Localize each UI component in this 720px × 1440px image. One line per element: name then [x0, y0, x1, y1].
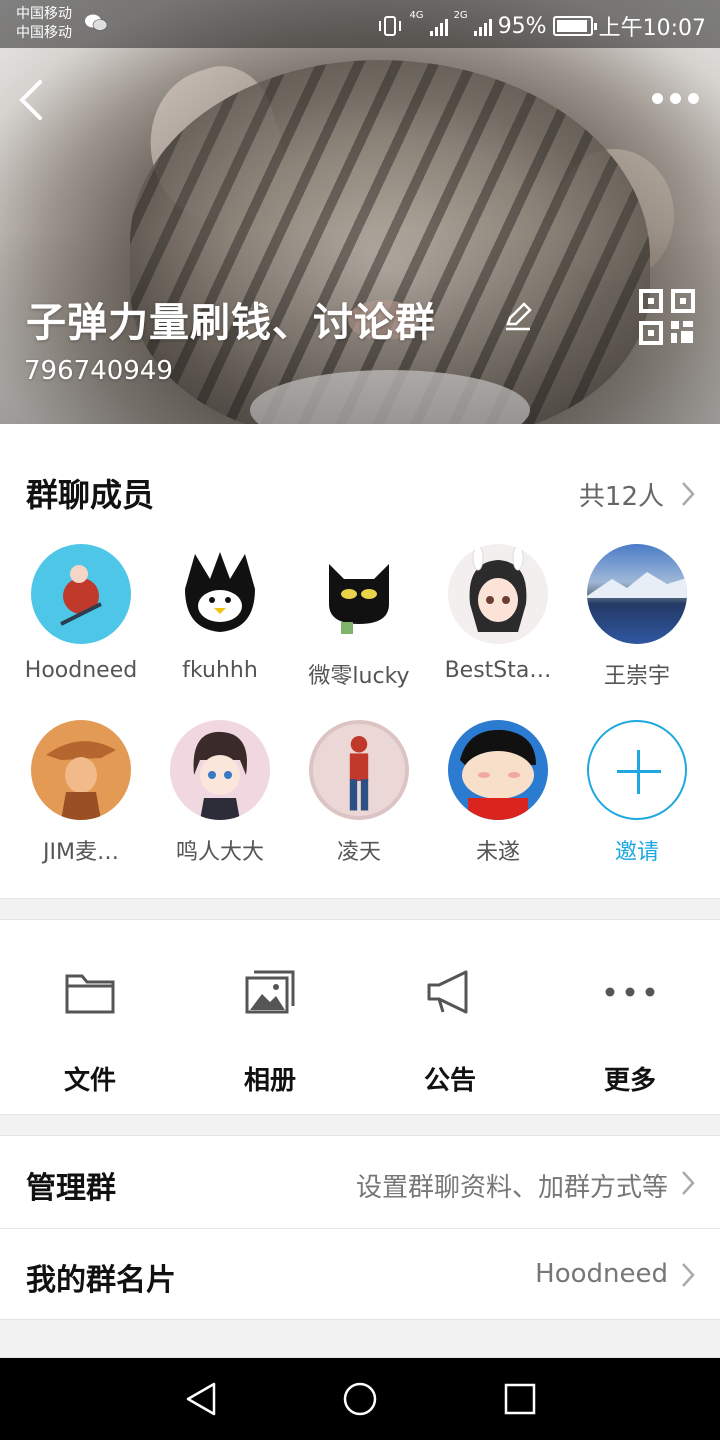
member-avatar[interactable]: [309, 720, 409, 820]
member-item[interactable]: JIM麦…: [11, 720, 151, 866]
member-avatar[interactable]: [170, 544, 270, 644]
member-item[interactable]: 鸣人大大: [150, 720, 290, 866]
signal-icon-2: [473, 16, 492, 36]
avatar-cartoon-boy-icon: [460, 729, 536, 820]
chevron-right-icon: [682, 1171, 695, 1195]
manage-group-row[interactable]: 管理群 设置群聊资料、加群方式等: [0, 1137, 720, 1227]
files-button[interactable]: 文件: [0, 920, 180, 1114]
manage-group-label: 管理群: [26, 1171, 116, 1206]
chevron-right-icon: [682, 1263, 695, 1287]
my-group-card-label: 我的群名片: [26, 1263, 176, 1298]
member-avatar[interactable]: [448, 544, 548, 644]
album-icon: [245, 970, 295, 1014]
member-name: 未遂: [475, 840, 520, 865]
my-group-card-value: Hoodneed: [535, 1259, 668, 1289]
wechat-icon: [85, 14, 108, 31]
my-group-card-row[interactable]: 我的群名片 Hoodneed: [0, 1229, 720, 1319]
members-section: 群聊成员 共12人 Hoodneed fkuhhh 微零lucky BestSt…: [0, 424, 720, 898]
member-avatar[interactable]: [170, 720, 270, 820]
invite-member-button[interactable]: 邀请: [567, 720, 707, 866]
group-id: 796740949: [24, 356, 173, 386]
avatar-penguin-icon: [185, 552, 255, 632]
network-type-2: 2G: [453, 10, 468, 21]
carrier-labels: 中国移动 中国移动: [16, 5, 72, 43]
carrier-1: 中国移动: [16, 6, 72, 22]
member-name: JIM麦…: [43, 840, 119, 865]
edit-pencil-icon[interactable]: [502, 300, 534, 332]
member-name: Hoodneed: [24, 658, 138, 683]
member-item[interactable]: 未遂: [428, 720, 568, 866]
member-name: 微零lucky: [308, 664, 410, 689]
member-avatar[interactable]: [448, 720, 548, 820]
announcement-button[interactable]: 公告: [360, 920, 540, 1114]
qr-code-icon[interactable]: [638, 288, 696, 346]
member-item[interactable]: BestSta…: [428, 544, 568, 683]
network-type-1: 4G: [409, 10, 424, 21]
back-arrow-icon[interactable]: [14, 78, 50, 122]
files-label: 文件: [63, 1066, 116, 1096]
member-name: 凌天: [336, 840, 381, 865]
album-button[interactable]: 相册: [180, 920, 360, 1114]
more-options-icon[interactable]: [652, 86, 704, 110]
section-divider: [0, 898, 720, 920]
member-item[interactable]: Hoodneed: [11, 544, 151, 683]
member-avatar[interactable]: [31, 720, 131, 820]
more-dots-icon: [605, 987, 655, 997]
status-right: 4G 2G 95% 上午10:07: [377, 10, 706, 42]
battery-icon: [552, 16, 597, 36]
section-divider: [0, 1114, 720, 1136]
avatar-landscape-icon: [587, 572, 687, 598]
member-avatar[interactable]: [309, 544, 409, 644]
avatar-cat-icon: [329, 564, 389, 634]
clock: 上午10:07: [598, 16, 706, 41]
manage-group-hint: 设置群聊资料、加群方式等: [355, 1173, 668, 1203]
member-name: fkuhhh: [182, 658, 258, 683]
member-avatar[interactable]: [587, 544, 687, 644]
avatar-figure-icon: [60, 565, 102, 626]
avatar-anime-boy-icon: [193, 731, 247, 820]
vibrate-icon: [379, 16, 402, 36]
battery-percent: 95%: [497, 13, 547, 39]
nav-home-icon[interactable]: [342, 1380, 378, 1418]
plus-icon[interactable]: [587, 720, 687, 820]
member-name: 鸣人大大: [175, 840, 264, 865]
member-name: 王崇宇: [603, 664, 670, 689]
member-item[interactable]: 微零lucky: [289, 544, 429, 690]
member-avatar[interactable]: [31, 544, 131, 644]
member-item[interactable]: fkuhhh: [150, 544, 290, 683]
member-item[interactable]: 王崇宇: [567, 544, 707, 690]
avatar-cowboy-icon: [46, 741, 116, 820]
megaphone-icon: [427, 970, 468, 1014]
announcement-label: 公告: [423, 1066, 476, 1096]
carrier-2: 中国移动: [16, 25, 72, 41]
member-item[interactable]: 凌天: [289, 720, 429, 866]
function-bar: 文件 相册 公告 更多: [0, 920, 720, 1114]
group-name: 子弹力量刷钱、讨论群: [26, 300, 436, 346]
nav-back-icon[interactable]: [184, 1380, 218, 1418]
nav-recents-icon[interactable]: [503, 1380, 537, 1418]
more-functions-label: 更多: [603, 1066, 656, 1096]
avatar-anime-girl-icon: [469, 545, 527, 632]
members-count[interactable]: 共12人: [579, 476, 664, 513]
system-nav-bar: [0, 1358, 720, 1440]
invite-label[interactable]: 邀请: [567, 834, 707, 866]
chevron-right-icon[interactable]: [680, 480, 696, 508]
album-label: 相册: [243, 1066, 296, 1096]
avatar-spider-figure-icon: [349, 735, 369, 811]
member-name: BestSta…: [444, 658, 552, 683]
signal-icon: [429, 16, 448, 36]
status-bar: 中国移动 中国移动 4G 2G 95% 上午10:07: [0, 0, 720, 48]
more-functions-button[interactable]: 更多: [540, 920, 720, 1114]
members-title: 群聊成员: [26, 476, 155, 514]
folder-icon: [65, 974, 115, 1014]
section-divider: [0, 1319, 720, 1358]
